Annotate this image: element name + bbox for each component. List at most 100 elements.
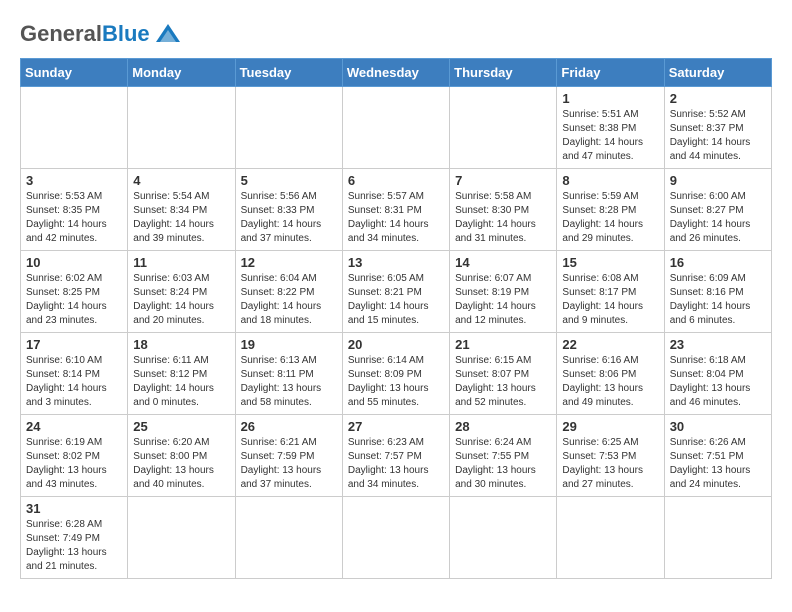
- day-info: Sunrise: 6:21 AM Sunset: 7:59 PM Dayligh…: [241, 436, 337, 492]
- day-info: Sunrise: 6:00 AM Sunset: 8:27 PM Dayligh…: [670, 190, 766, 246]
- day-info: Sunrise: 6:18 AM Sunset: 8:04 PM Dayligh…: [670, 354, 766, 410]
- week-row-3: 10Sunrise: 6:02 AM Sunset: 8:25 PM Dayli…: [21, 251, 772, 333]
- day-info: Sunrise: 5:53 AM Sunset: 8:35 PM Dayligh…: [26, 190, 122, 246]
- calendar-cell: 18 Sunrise: 6:11 AM Sunset: 8:12 PM Dayli…: [128, 333, 235, 415]
- day-info: Sunrise: 6:04 AM Sunset: 8:22 PM Dayligh…: [241, 272, 337, 328]
- day-number: 30: [670, 419, 766, 434]
- calendar-cell: 12 Sunrise: 6:04 AM Sunset: 8:22 PM Dayli…: [235, 251, 342, 333]
- calendar-cell: [128, 87, 235, 169]
- day-info: Sunrise: 6:03 AM Sunset: 8:24 PM Dayligh…: [133, 272, 229, 328]
- day-info: Sunrise: 6:09 AM Sunset: 8:16 PM Dayligh…: [670, 272, 766, 328]
- day-info: Sunrise: 6:24 AM Sunset: 7:55 PM Dayligh…: [455, 436, 551, 492]
- calendar-cell: 21Sunrise: 6:15 AM Sunset: 8:07 PM Dayli…: [450, 333, 557, 415]
- calendar-cell: 23Sunrise: 6:18 AM Sunset: 8:04 PM Dayli…: [664, 333, 771, 415]
- calendar-cell: 26Sunrise: 6:21 AM Sunset: 7:59 PM Dayli…: [235, 415, 342, 497]
- logo-svg: [154, 20, 182, 48]
- weekday-header-tuesday: Tuesday: [235, 59, 342, 87]
- day-info: Sunrise: 6:23 AM Sunset: 7:57 PM Dayligh…: [348, 436, 444, 492]
- calendar-body: 1Sunrise: 5:51 AM Sunset: 8:38 PM Daylig…: [21, 87, 772, 579]
- day-number: 31: [26, 501, 122, 516]
- calendar-cell: 11 Sunrise: 6:03 AM Sunset: 8:24 PM Dayli…: [128, 251, 235, 333]
- day-number: 5: [241, 173, 337, 188]
- day-info: Sunrise: 6:14 AM Sunset: 8:09 PM Dayligh…: [348, 354, 444, 410]
- calendar-cell: 1Sunrise: 5:51 AM Sunset: 8:38 PM Daylig…: [557, 87, 664, 169]
- calendar-cell: 22 Sunrise: 6:16 AM Sunset: 8:06 PM Dayli…: [557, 333, 664, 415]
- calendar-cell: [235, 497, 342, 579]
- weekday-header-monday: Monday: [128, 59, 235, 87]
- day-number: 13: [348, 255, 444, 270]
- calendar-cell: [557, 497, 664, 579]
- weekday-header-wednesday: Wednesday: [342, 59, 449, 87]
- calendar-cell: 31 Sunrise: 6:28 AM Sunset: 7:49 PM Dayli…: [21, 497, 128, 579]
- day-number: 10: [26, 255, 122, 270]
- calendar-table: SundayMondayTuesdayWednesdayThursdayFrid…: [20, 58, 772, 579]
- calendar-cell: 13 Sunrise: 6:05 AM Sunset: 8:21 PM Dayli…: [342, 251, 449, 333]
- day-info: Sunrise: 6:07 AM Sunset: 8:19 PM Dayligh…: [455, 272, 551, 328]
- weekday-header-thursday: Thursday: [450, 59, 557, 87]
- day-number: 21: [455, 337, 551, 352]
- day-info: Sunrise: 5:52 AM Sunset: 8:37 PM Dayligh…: [670, 108, 766, 164]
- calendar-cell: 25 Sunrise: 6:20 AM Sunset: 8:00 PM Dayli…: [128, 415, 235, 497]
- day-number: 1: [562, 91, 658, 106]
- day-info: Sunrise: 5:58 AM Sunset: 8:30 PM Dayligh…: [455, 190, 551, 246]
- calendar-cell: [235, 87, 342, 169]
- day-number: 15: [562, 255, 658, 270]
- calendar-cell: 3 Sunrise: 5:53 AM Sunset: 8:35 PM Daylig…: [21, 169, 128, 251]
- week-row-6: 31 Sunrise: 6:28 AM Sunset: 7:49 PM Dayli…: [21, 497, 772, 579]
- day-number: 22: [562, 337, 658, 352]
- calendar-cell: [450, 87, 557, 169]
- day-number: 8: [562, 173, 658, 188]
- day-number: 24: [26, 419, 122, 434]
- calendar-cell: [664, 497, 771, 579]
- day-info: Sunrise: 6:08 AM Sunset: 8:17 PM Dayligh…: [562, 272, 658, 328]
- day-number: 27: [348, 419, 444, 434]
- calendar-cell: 17 Sunrise: 6:10 AM Sunset: 8:14 PM Dayli…: [21, 333, 128, 415]
- day-info: Sunrise: 6:13 AM Sunset: 8:11 PM Dayligh…: [241, 354, 337, 410]
- week-row-2: 3 Sunrise: 5:53 AM Sunset: 8:35 PM Daylig…: [21, 169, 772, 251]
- day-number: 9: [670, 173, 766, 188]
- calendar-cell: 8 Sunrise: 5:59 AM Sunset: 8:28 PM Daylig…: [557, 169, 664, 251]
- day-number: 14: [455, 255, 551, 270]
- calendar-cell: [450, 497, 557, 579]
- logo: GeneralBlue: [20, 20, 182, 48]
- day-number: 4: [133, 173, 229, 188]
- calendar-cell: 7Sunrise: 5:58 AM Sunset: 8:30 PM Daylig…: [450, 169, 557, 251]
- day-number: 17: [26, 337, 122, 352]
- weekday-row: SundayMondayTuesdayWednesdayThursdayFrid…: [21, 59, 772, 87]
- day-info: Sunrise: 5:57 AM Sunset: 8:31 PM Dayligh…: [348, 190, 444, 246]
- calendar-cell: 28Sunrise: 6:24 AM Sunset: 7:55 PM Dayli…: [450, 415, 557, 497]
- day-info: Sunrise: 5:59 AM Sunset: 8:28 PM Dayligh…: [562, 190, 658, 246]
- calendar-cell: [128, 497, 235, 579]
- weekday-header-saturday: Saturday: [664, 59, 771, 87]
- calendar-cell: 4 Sunrise: 5:54 AM Sunset: 8:34 PM Daylig…: [128, 169, 235, 251]
- day-info: Sunrise: 6:05 AM Sunset: 8:21 PM Dayligh…: [348, 272, 444, 328]
- day-info: Sunrise: 5:56 AM Sunset: 8:33 PM Dayligh…: [241, 190, 337, 246]
- calendar-header: SundayMondayTuesdayWednesdayThursdayFrid…: [21, 59, 772, 87]
- calendar-cell: [342, 87, 449, 169]
- logo-icon: [154, 20, 182, 48]
- day-info: Sunrise: 6:25 AM Sunset: 7:53 PM Dayligh…: [562, 436, 658, 492]
- day-number: 12: [241, 255, 337, 270]
- day-info: Sunrise: 6:28 AM Sunset: 7:49 PM Dayligh…: [26, 518, 122, 574]
- week-row-4: 17 Sunrise: 6:10 AM Sunset: 8:14 PM Dayli…: [21, 333, 772, 415]
- calendar-cell: 29Sunrise: 6:25 AM Sunset: 7:53 PM Dayli…: [557, 415, 664, 497]
- day-number: 3: [26, 173, 122, 188]
- day-info: Sunrise: 6:16 AM Sunset: 8:06 PM Dayligh…: [562, 354, 658, 410]
- day-number: 11: [133, 255, 229, 270]
- day-info: Sunrise: 6:10 AM Sunset: 8:14 PM Dayligh…: [26, 354, 122, 410]
- day-info: Sunrise: 6:11 AM Sunset: 8:12 PM Dayligh…: [133, 354, 229, 410]
- calendar-cell: 27 Sunrise: 6:23 AM Sunset: 7:57 PM Dayli…: [342, 415, 449, 497]
- weekday-header-friday: Friday: [557, 59, 664, 87]
- calendar-cell: 2Sunrise: 5:52 AM Sunset: 8:37 PM Daylig…: [664, 87, 771, 169]
- week-row-1: 1Sunrise: 5:51 AM Sunset: 8:38 PM Daylig…: [21, 87, 772, 169]
- calendar-cell: 24 Sunrise: 6:19 AM Sunset: 8:02 PM Dayli…: [21, 415, 128, 497]
- day-info: Sunrise: 6:20 AM Sunset: 8:00 PM Dayligh…: [133, 436, 229, 492]
- day-info: Sunrise: 6:26 AM Sunset: 7:51 PM Dayligh…: [670, 436, 766, 492]
- calendar-cell: 9 Sunrise: 6:00 AM Sunset: 8:27 PM Daylig…: [664, 169, 771, 251]
- day-info: Sunrise: 5:54 AM Sunset: 8:34 PM Dayligh…: [133, 190, 229, 246]
- day-info: Sunrise: 6:19 AM Sunset: 8:02 PM Dayligh…: [26, 436, 122, 492]
- day-number: 19: [241, 337, 337, 352]
- day-number: 25: [133, 419, 229, 434]
- calendar-cell: 5 Sunrise: 5:56 AM Sunset: 8:33 PM Daylig…: [235, 169, 342, 251]
- day-number: 18: [133, 337, 229, 352]
